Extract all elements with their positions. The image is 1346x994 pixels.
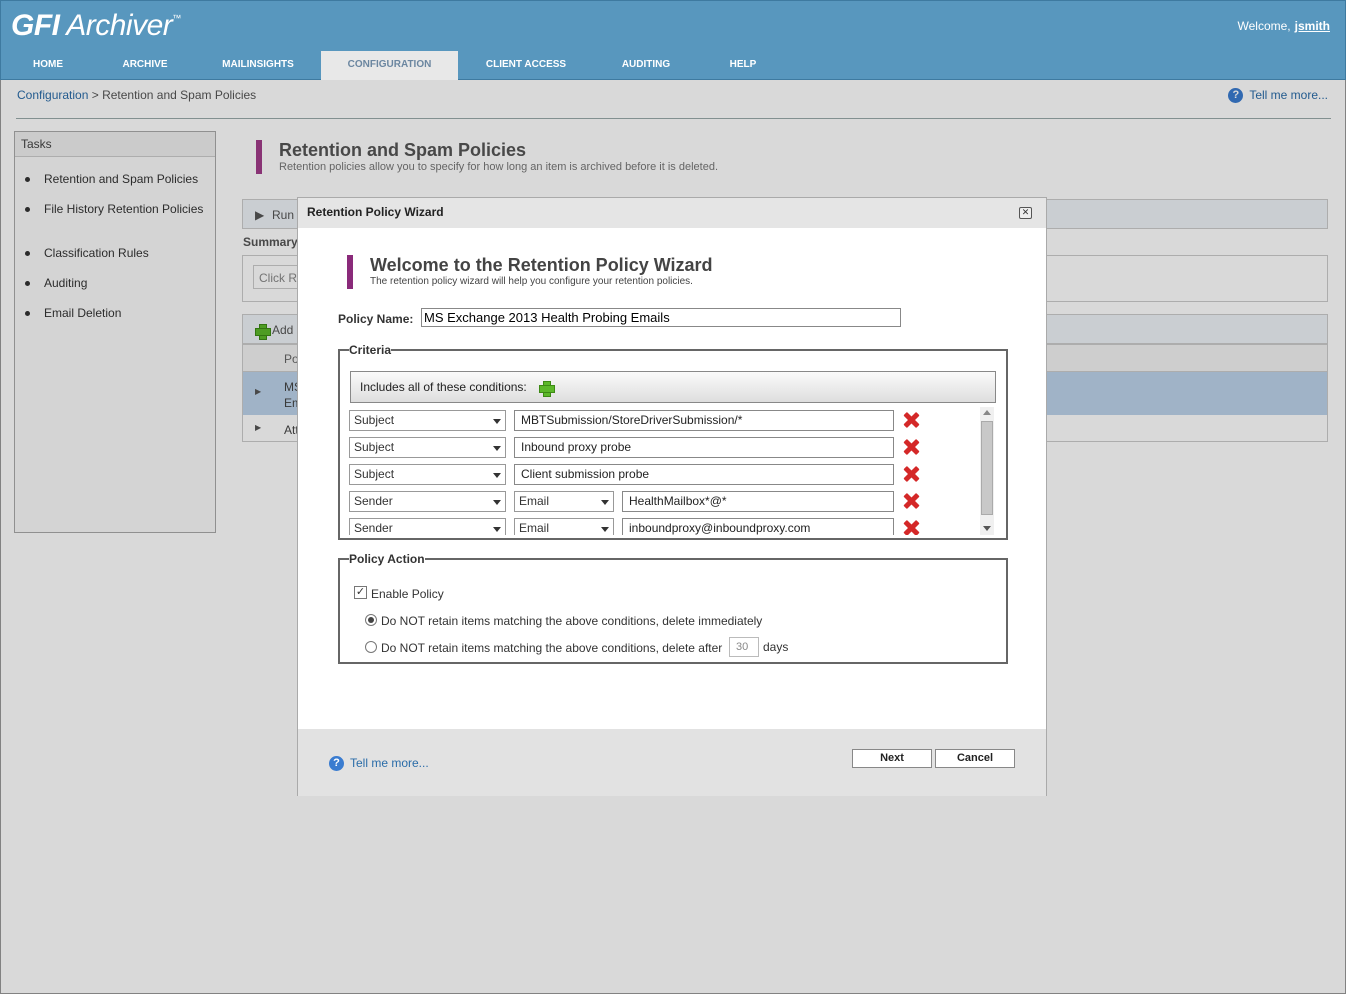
welcome-text: Welcome, jsmith (1237, 19, 1330, 33)
tab-configuration[interactable]: Configuration (321, 51, 458, 81)
help-icon: ? (329, 756, 344, 772)
delete-immediately-label: Do NOT retain items matching the above c… (381, 614, 763, 628)
delete-after-label: Do NOT retain items matching the above c… (381, 641, 723, 655)
delete-after-radio[interactable] (365, 641, 377, 653)
condition-field-select[interactable]: Subject (349, 464, 506, 485)
policy-name-input[interactable] (421, 308, 901, 327)
delete-condition-icon[interactable] (903, 493, 919, 509)
delete-condition-icon[interactable] (903, 439, 919, 455)
criteria-legend: Criteria (349, 343, 392, 357)
app-logo[interactable]: GFI Archiver™ (11, 9, 181, 43)
delete-condition-icon[interactable] (903, 466, 919, 482)
retention-policy-wizard-dialog: Retention Policy Wizard ✕ Welcome to the… (297, 197, 1047, 796)
conditions-list: Subject MBTSubmission/StoreDriverSubmiss… (349, 407, 995, 535)
conditions-header: Includes all of these conditions: (350, 371, 996, 403)
tab-auditing[interactable]: Auditing (594, 51, 698, 81)
days-label: days (763, 640, 789, 654)
enable-policy-checkbox[interactable]: ✓ (354, 586, 367, 599)
enable-policy-label: Enable Policy (371, 587, 444, 601)
delete-immediately-radio[interactable] (365, 614, 377, 626)
chevron-down-icon (601, 527, 609, 532)
condition-value-input[interactable]: Inbound proxy probe (514, 437, 894, 458)
delete-condition-icon[interactable] (903, 520, 919, 535)
condition-field-select[interactable]: Subject (349, 437, 506, 458)
cancel-button[interactable]: Cancel (935, 749, 1015, 768)
chevron-down-icon (493, 419, 501, 424)
conditions-scrollbar[interactable] (980, 407, 994, 535)
chevron-down-icon (493, 446, 501, 451)
app-header: GFI Archiver™ Welcome, jsmith Home Archiv… (0, 0, 1346, 81)
delete-condition-icon[interactable] (903, 412, 919, 428)
tab-mailinsights[interactable]: MailInsights (195, 51, 321, 81)
condition-type-select[interactable]: Email (514, 518, 614, 535)
dialog-footer: ? Tell me more... Next Cancel (298, 729, 1046, 796)
chevron-down-icon (493, 527, 501, 532)
close-icon[interactable]: ✕ (1019, 207, 1032, 219)
conditions-label: Includes all of these conditions: (360, 380, 527, 394)
username-link[interactable]: jsmith (1295, 19, 1330, 33)
scroll-down-icon[interactable] (983, 526, 991, 531)
dialog-title: Retention Policy Wizard (298, 198, 1046, 228)
policy-action-legend: Policy Action (349, 552, 425, 566)
add-condition-icon[interactable] (538, 380, 555, 397)
tab-help[interactable]: Help (698, 51, 788, 81)
condition-value-input[interactable]: MBTSubmission/StoreDriverSubmission/* (514, 410, 894, 431)
policy-action-group: Policy Action ✓ Enable Policy Do NOT ret… (338, 552, 1008, 664)
chevron-down-icon (493, 473, 501, 478)
condition-value-input[interactable]: Client submission probe (514, 464, 894, 485)
policy-name-label: Policy Name: (338, 312, 414, 326)
wizard-header: Welcome to the Retention Policy Wizard T… (347, 255, 713, 289)
tab-client-access[interactable]: Client Access (458, 51, 594, 81)
chevron-down-icon (493, 500, 501, 505)
wizard-subtitle: The retention policy wizard will help yo… (370, 276, 693, 287)
condition-value-input[interactable]: HealthMailbox*@* (622, 491, 894, 512)
scroll-thumb[interactable] (981, 421, 993, 515)
wizard-title: Welcome to the Retention Policy Wizard (370, 255, 713, 275)
next-button[interactable]: Next (852, 749, 932, 768)
condition-field-select[interactable]: Subject (349, 410, 506, 431)
tab-home[interactable]: Home (1, 51, 95, 81)
tab-archive[interactable]: Archive (95, 51, 195, 81)
condition-type-select[interactable]: Email (514, 491, 614, 512)
condition-field-select[interactable]: Sender (349, 518, 506, 535)
footer-tell-me-more-link[interactable]: ? Tell me more... (329, 756, 429, 772)
days-input[interactable]: 30 (729, 637, 759, 657)
condition-field-select[interactable]: Sender (349, 491, 506, 512)
condition-value-input[interactable]: inboundproxy@inboundproxy.com (622, 518, 894, 535)
scroll-up-icon[interactable] (983, 410, 991, 415)
criteria-group: Criteria Includes all of these condition… (338, 343, 1008, 540)
chevron-down-icon (601, 500, 609, 505)
